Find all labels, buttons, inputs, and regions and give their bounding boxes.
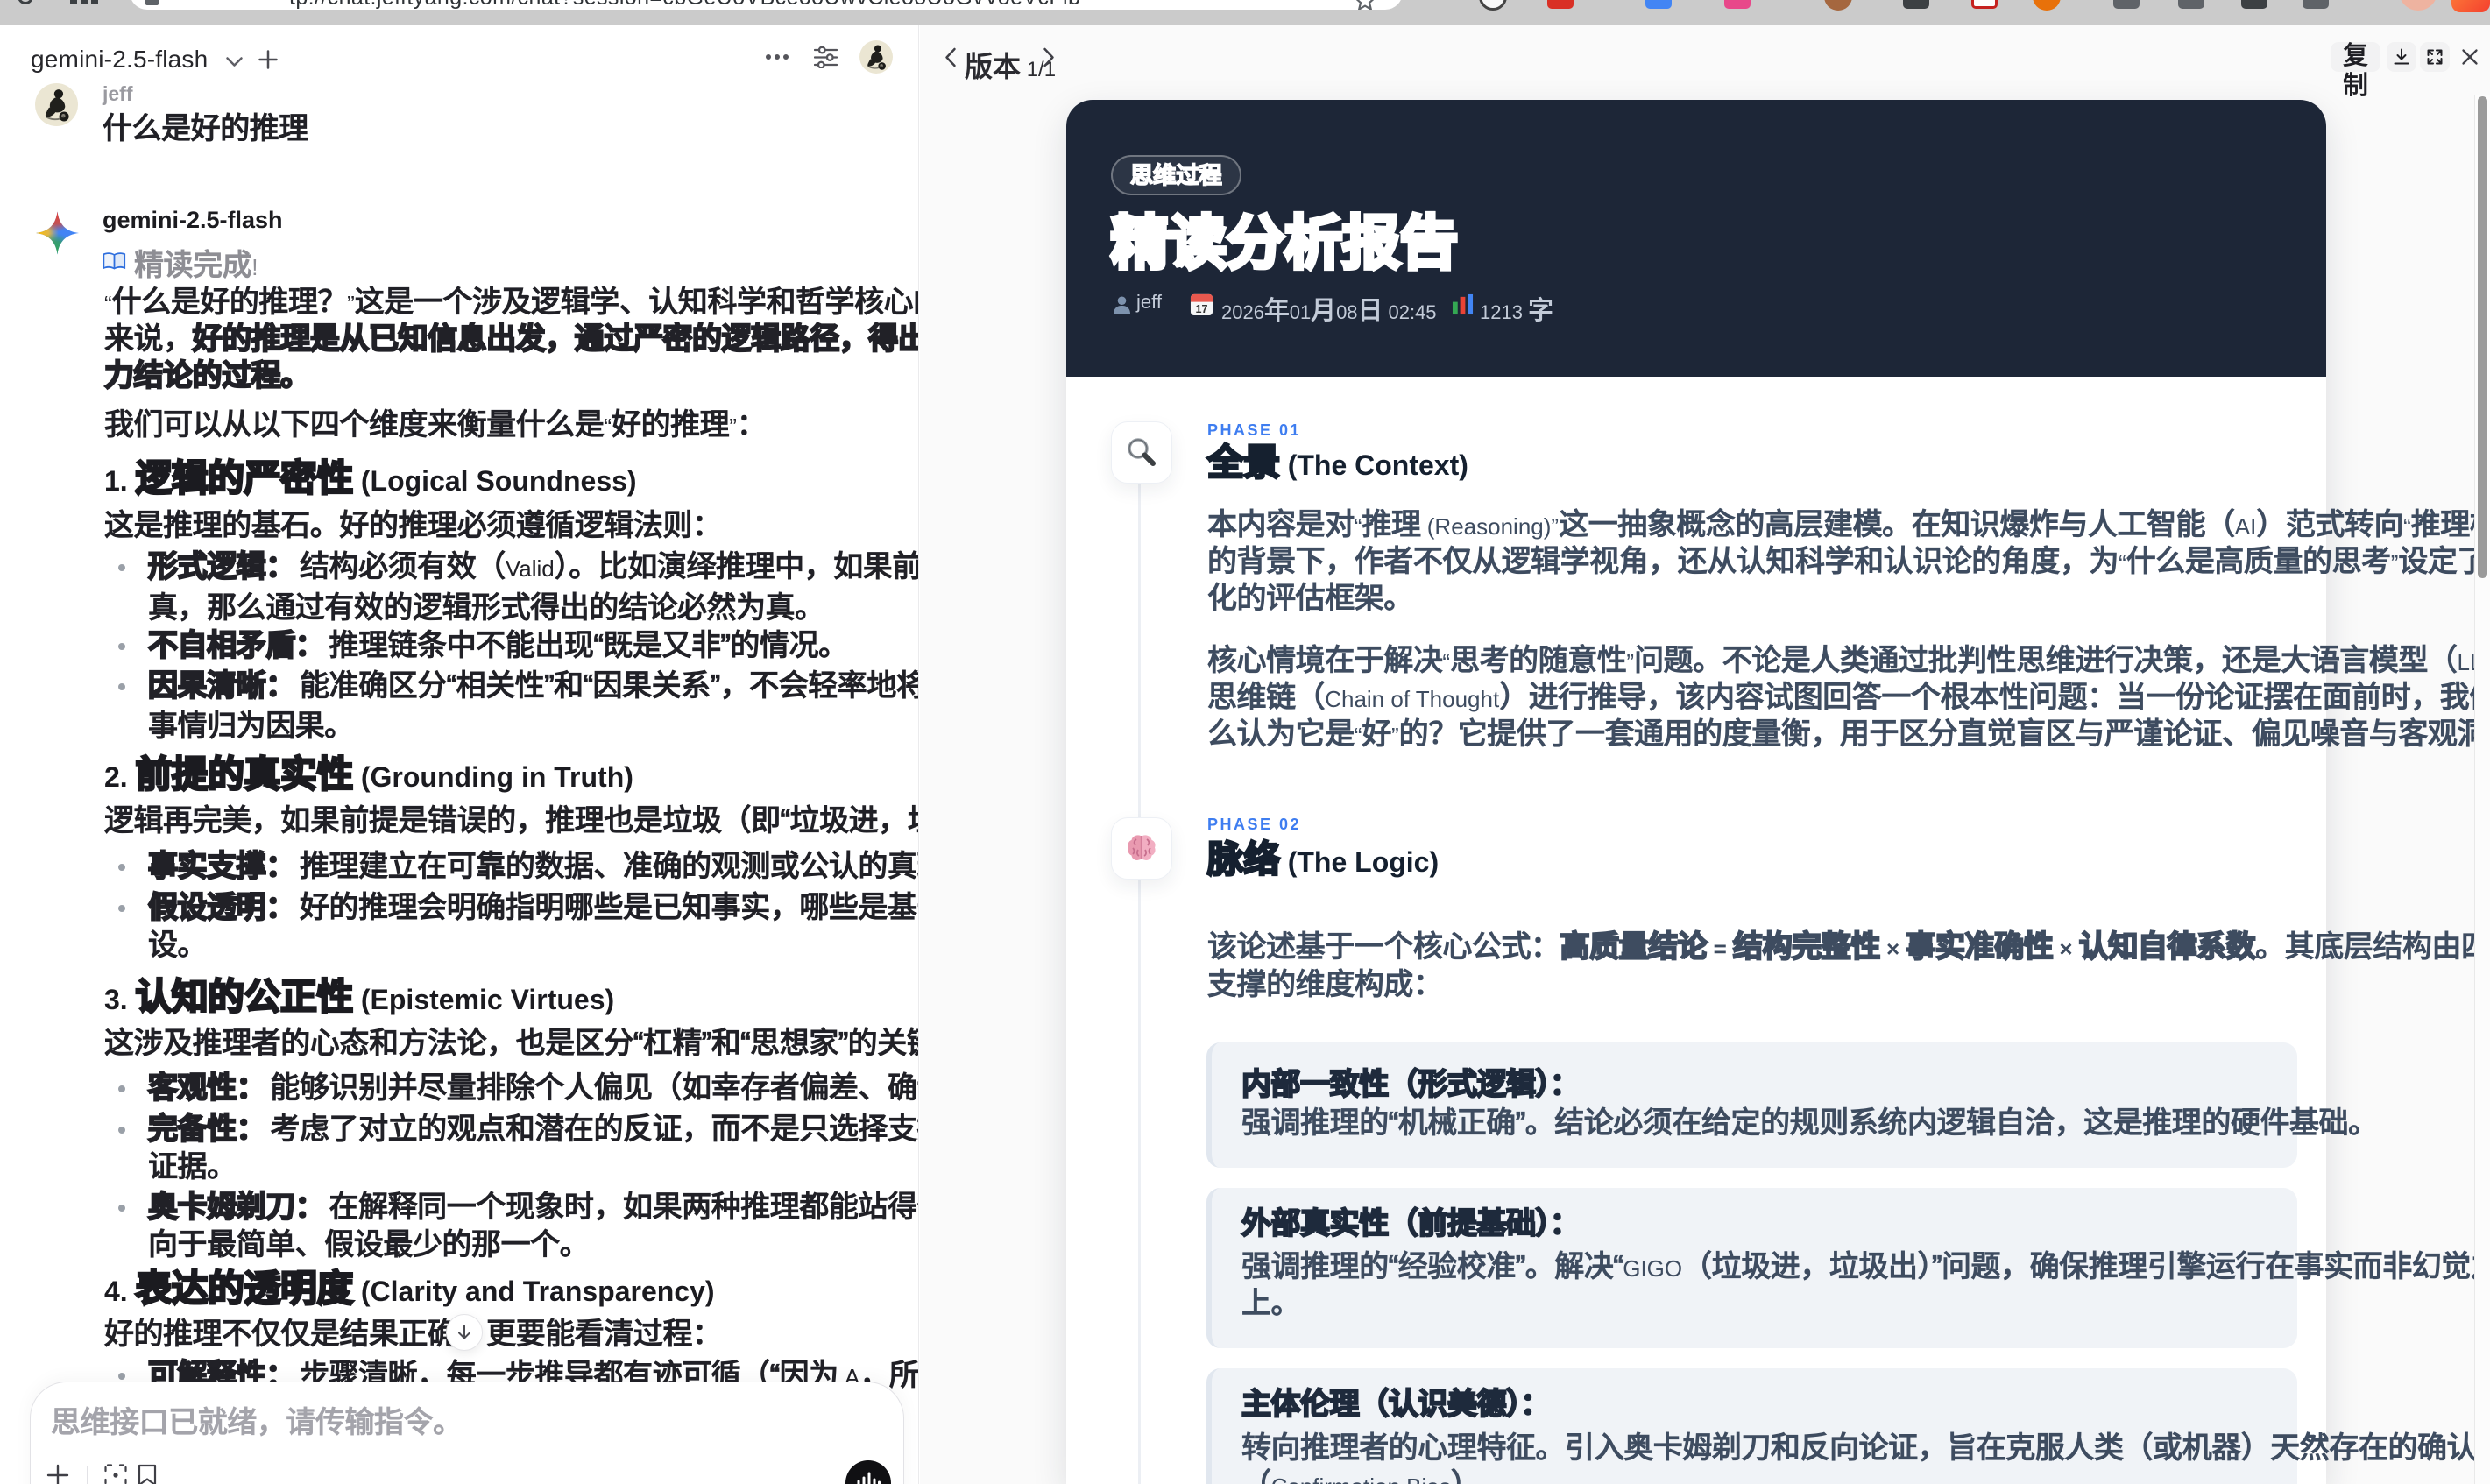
svg-text:17: 17 xyxy=(1196,303,1208,315)
